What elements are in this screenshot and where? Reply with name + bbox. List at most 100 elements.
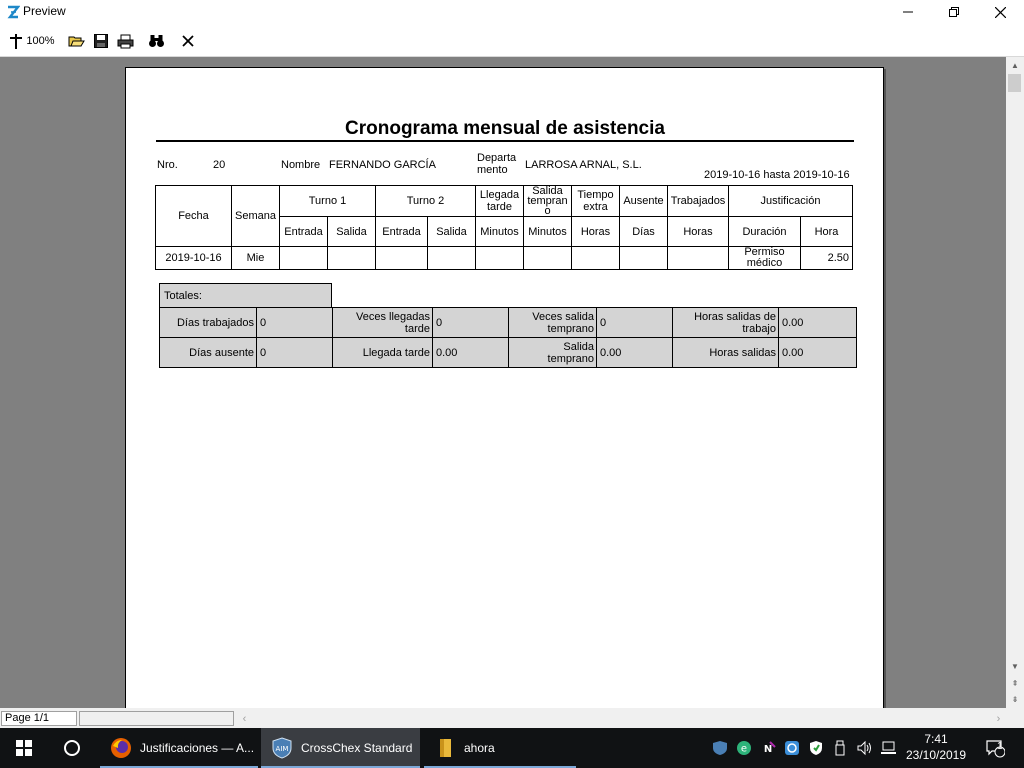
veces-llegadas-tarde-line2: tarde [404,322,430,335]
cell-justificacion-duracion: Permiso médico [728,246,801,270]
svg-text:N: N [764,744,772,755]
col-salida-temprano: Salida tempran o [523,185,572,217]
system-clock[interactable]: 7:41 23/10/2019 [898,731,974,763]
title-rule [156,140,854,142]
chevron-up-icon: ▲ [1011,60,1019,70]
totals-row: Días trabajados 0 Veces llegadas tarde 0 … [159,307,857,338]
dias-trabajados-value: 0 [256,307,333,338]
departamento-value: LARROSA ARNAL, S.L. [525,159,642,171]
minimize-icon [903,11,913,13]
cell-turno1-entrada [279,246,328,270]
col-turno1-salida: Salida [327,216,376,247]
nombre-value: FERNANDO GARCÍA [329,159,436,171]
scroll-right-button[interactable]: › [990,710,1007,727]
report-page: Cronograma mensual de asistencia Nro. 20… [125,67,884,708]
nro-value: 20 [213,159,226,171]
close-preview-button[interactable] [178,31,198,51]
tray-volume[interactable] [854,728,874,768]
start-button[interactable] [0,728,48,768]
tray-usb[interactable] [830,728,850,768]
print-button[interactable] [115,31,135,51]
close-button[interactable] [977,0,1023,24]
veces-salida-temprano-label: Veces salida temprano [508,307,597,338]
taskbar-app-explorer[interactable]: ahora [424,728,576,768]
notification-button[interactable]: 1 [980,728,1010,768]
horas-salidas-label: Horas salidas [672,337,779,368]
cell-semana: Mie [231,246,280,270]
tray-app-nk[interactable]: N [758,728,778,768]
chevron-right-icon: › [996,712,1001,725]
veces-llegadas-tarde-label: Veces llegadas tarde [332,307,433,338]
nk-app-icon: N [764,741,776,755]
open-folder-icon [68,36,85,47]
cell-ausente-dias [619,246,668,270]
totals-label: Totales: [159,283,332,307]
restore-icon [949,7,959,17]
col-tiempo-extra-line2: extra [583,201,608,213]
cell-turno2-entrada [375,246,428,270]
double-chevron-up-icon: ⇞ [1011,678,1019,688]
save-button[interactable] [91,31,111,51]
minimize-button[interactable] [885,0,931,24]
print-icon [117,34,133,48]
scroll-up-button[interactable]: ▲ [1006,57,1024,73]
horas-salidas-trabajo-label: Horas salidas de trabajo [672,307,779,338]
zoom-level: 100% [26,35,55,47]
find-button[interactable] [146,31,166,51]
taskbar-app-crosschex[interactable]: AIM CrossChex Standard [261,728,420,768]
tray-defender[interactable] [806,728,826,768]
attendance-table: Fecha Semana Turno 1 Turno 2 Llegada tard… [155,185,853,270]
window-title: Preview [23,4,66,18]
col-justificacion-hora: Hora [800,216,853,247]
zoom-button[interactable]: 100% [6,31,58,51]
preview-viewport[interactable]: Cronograma mensual de asistencia Nro. 20… [0,57,1006,708]
close-icon [994,6,1006,18]
cell-turno1-salida [327,246,376,270]
open-button[interactable] [66,31,86,51]
horizontal-scrollbar[interactable]: ‹ › [236,710,1007,727]
cell-turno2-salida [427,246,476,270]
page-down-button[interactable]: ⇟ [1006,691,1024,707]
tray-app-sync[interactable] [782,728,802,768]
table-row: 2019-10-16 Mie Permiso médico 2.50 [155,246,853,270]
status-panel [79,711,234,726]
tray-network[interactable] [878,728,898,768]
cell-llegada-minutos [475,246,524,270]
svg-text:e: e [741,744,747,755]
app-logo-icon [7,5,20,19]
salida-temprano-value: 0.00 [596,337,673,368]
horas-salidas-trabajo-line2: trabajo [742,322,776,335]
svg-text:AIM: AIM [276,745,289,753]
col-trabajados: Trabajados [667,185,729,217]
toolbar: 100% [0,24,1024,57]
veces-llegadas-tarde-value: 0 [432,307,509,338]
taskbar-app-firefox[interactable]: Justificaciones — A... [100,728,258,768]
shield-icon [713,741,727,755]
tray-shield[interactable] [710,728,730,768]
scroll-thumb[interactable] [1008,74,1021,92]
vertical-scrollbar[interactable]: ▲ ▼ ⇞ ⇟ [1006,57,1024,708]
taskbar-app-firefox-label: Justificaciones — A... [140,741,255,755]
page-up-button[interactable]: ⇞ [1006,675,1024,691]
restore-button[interactable] [931,0,977,24]
notification-count: 1 [997,741,1003,752]
title-bar: Preview [0,0,1024,24]
taskbar-app-explorer-label: ahora [464,741,495,755]
col-llegada-tarde-line2: tarde [486,201,513,213]
tray-app-e[interactable]: e [734,728,754,768]
chevron-down-icon: ▼ [1011,661,1019,671]
table-header-row: Fecha Semana Turno 1 Turno 2 Llegada tard… [155,185,853,247]
folder-icon [440,739,451,757]
col-tiempo-extra: Tiempo extra [571,185,620,217]
cell-justificacion-line2: médico [746,257,783,269]
crosschex-icon: AIM [272,737,292,759]
col-ausente: Ausente [619,185,668,217]
col-ausente-dias: Días [619,216,668,247]
cortana-button[interactable] [48,728,96,768]
report-title: Cronograma mensual de asistencia [345,118,665,139]
speaker-icon [857,740,871,756]
totals-table: Días trabajados 0 Veces llegadas tarde 0 … [159,307,857,368]
taskbar: Justificaciones — A... AIM CrossChex Sta… [0,728,1024,768]
scroll-left-button[interactable]: ‹ [236,710,253,727]
scroll-down-button[interactable]: ▼ [1006,658,1024,674]
